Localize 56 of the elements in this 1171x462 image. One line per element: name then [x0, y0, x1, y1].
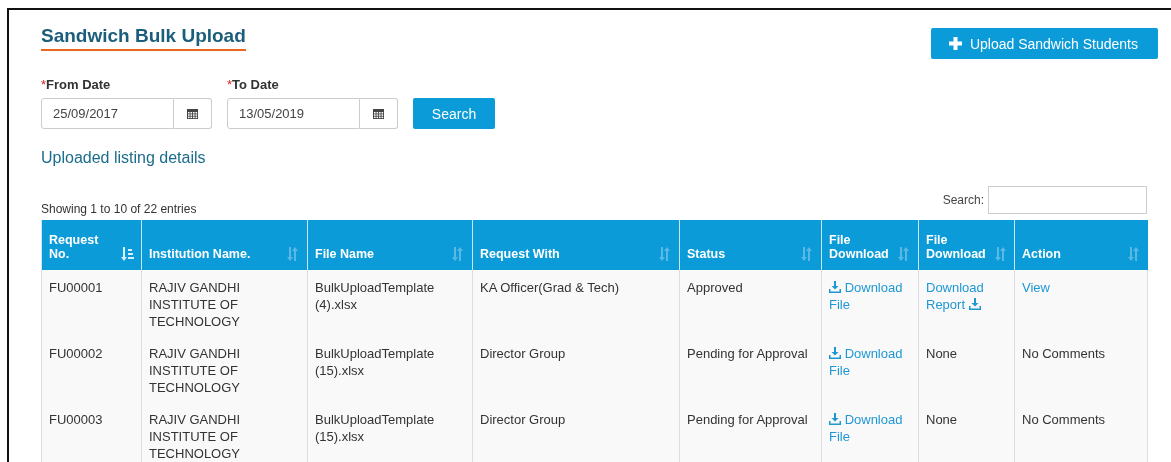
- table-cell-text: No Comments: [1022, 346, 1106, 361]
- table-cell-text: RAJIV GANDHI INSTITUTE OF TECHNOLOGY: [149, 346, 240, 395]
- column-header[interactable]: Status: [679, 220, 822, 270]
- download-icon: [829, 413, 841, 425]
- table-cell-text: BulkUploadTemplate (15).xlsx: [315, 346, 435, 378]
- download-icon: [968, 298, 981, 310]
- date-field[interactable]: 25/09/2017: [41, 98, 174, 129]
- table-cell-text: FU00001: [49, 280, 103, 295]
- table-cell-text: BulkUploadTemplate (4).xlsx: [315, 280, 435, 312]
- table-cell-text: KA Officer(Grad & Tech): [480, 280, 619, 295]
- sort-icon: [120, 247, 134, 261]
- sort-icon: [1126, 247, 1141, 261]
- date-label: *To Date: [227, 77, 280, 92]
- table-cell-text: BulkUploadTemplate (15).xlsx: [315, 412, 435, 444]
- search-field[interactable]: [988, 186, 1147, 214]
- column-header[interactable]: File Name: [307, 220, 473, 270]
- entries-info: Showing 1 to 10 of 22 entries: [41, 202, 197, 216]
- table-cell-text: Pending for Approval: [687, 412, 808, 427]
- column-header[interactable]: Action: [1014, 220, 1148, 270]
- calendar-icon: [187, 108, 198, 119]
- calendar-button[interactable]: [360, 98, 398, 129]
- table-cell-text: None: [926, 412, 958, 427]
- page-title: Sandwich Bulk Upload: [41, 24, 246, 51]
- sort-icon: [286, 247, 300, 261]
- sort-icon: [658, 247, 672, 261]
- search-button[interactable]: Search: [413, 98, 495, 129]
- search-label: Search:: [942, 193, 984, 207]
- table-cell-text: Approved: [687, 280, 743, 295]
- table-cell-text: Pending for Approval: [687, 346, 808, 361]
- table-cell-text: Director Group: [480, 346, 566, 361]
- column-header[interactable]: Institution Name.: [141, 220, 308, 270]
- calendar-button[interactable]: [174, 98, 212, 129]
- table-cell-text: RAJIV GANDHI INSTITUTE OF TECHNOLOGY: [149, 412, 240, 461]
- date-label: *From Date: [41, 77, 112, 92]
- sort-icon: [800, 247, 814, 261]
- column-header[interactable]: Request No.: [41, 220, 142, 270]
- table-cell-text: Director Group: [480, 412, 566, 427]
- table-cell-text: None: [926, 346, 958, 361]
- table-cell-text: RAJIV GANDHI INSTITUTE OF TECHNOLOGY: [149, 280, 240, 329]
- calendar-icon: [373, 108, 384, 119]
- download-icon: [829, 347, 841, 359]
- column-header[interactable]: File Download: [918, 220, 1015, 270]
- view-link[interactable]: View: [1022, 279, 1050, 296]
- column-header[interactable]: Request With: [472, 220, 680, 270]
- column-header[interactable]: File Download: [821, 220, 919, 270]
- table-cell-text: FU00002: [49, 346, 103, 361]
- sort-icon: [897, 247, 911, 261]
- download-icon: [829, 281, 841, 293]
- upload-button[interactable]: Upload Sandwich Students: [930, 28, 1158, 59]
- plus-icon: [948, 37, 962, 50]
- table-cell-text: FU00003: [49, 412, 103, 427]
- sort-icon: [451, 247, 465, 261]
- section-heading: Uploaded listing details: [41, 149, 207, 167]
- sort-icon: [993, 247, 1008, 261]
- table-cell-text: No Comments: [1022, 412, 1106, 427]
- date-field[interactable]: 13/05/2019: [227, 98, 360, 129]
